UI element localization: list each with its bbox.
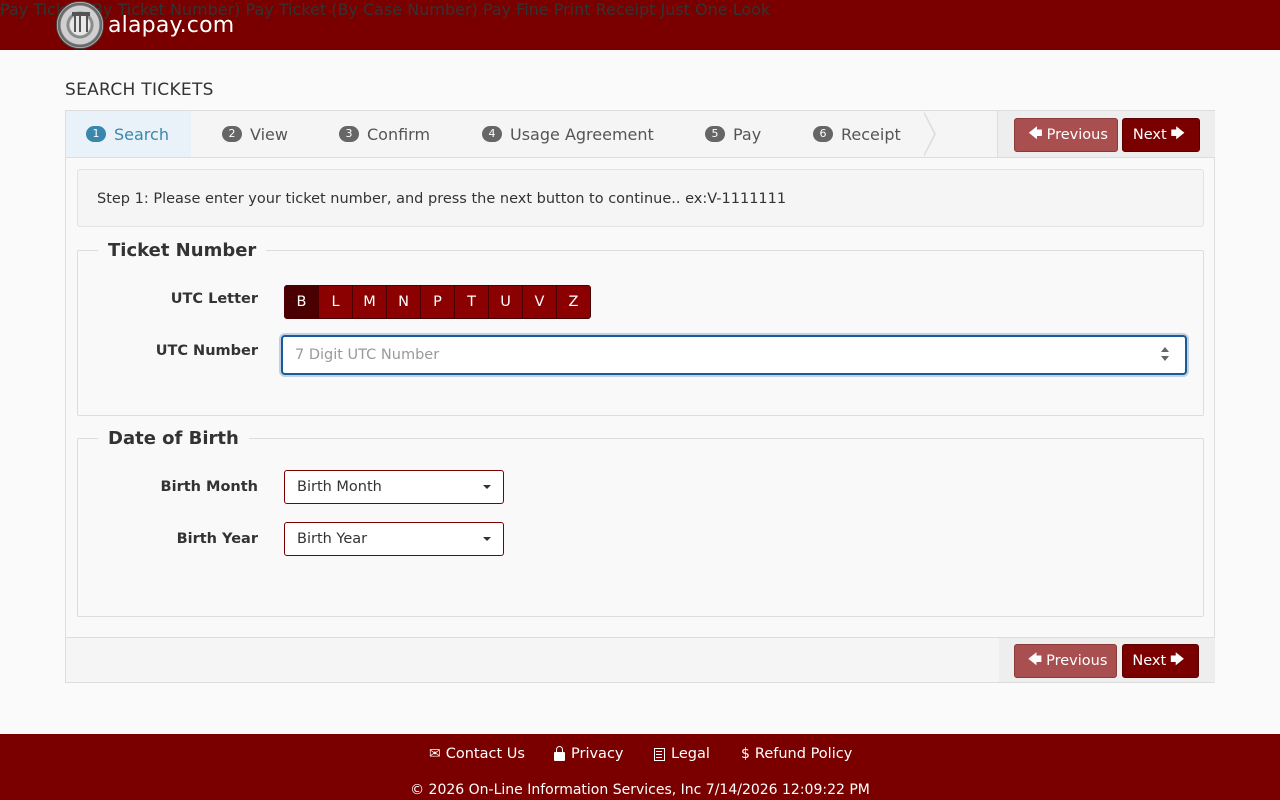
wizard-panel: 1 Search 2 View 3 Confirm 4 Usage Agreem…	[65, 110, 1215, 638]
step-number-badge: 1	[86, 126, 106, 142]
step-label: Pay	[733, 124, 762, 144]
state-seal-logo	[56, 1, 104, 49]
nav-print-receipt[interactable]: Print Receipt	[554, 0, 656, 19]
brand-link[interactable]: alapay.com	[56, 1, 234, 49]
copyright-text: © 2026 On-Line Information Services, Inc…	[410, 782, 870, 798]
step-number-badge: 3	[339, 126, 359, 142]
nav-just-one-look[interactable]: Just One Look	[660, 0, 770, 19]
next-button-top[interactable]: Next 🡆	[1122, 118, 1200, 152]
utc-letter-label: UTC Letter	[170, 291, 258, 307]
step-instructions: Step 1: Please enter your ticket number,…	[77, 169, 1204, 227]
step-usage-agreement[interactable]: 4 Usage Agreement	[482, 111, 654, 157]
utc-letter-b[interactable]: B	[284, 285, 319, 319]
arrow-left-icon: 🡄	[1027, 652, 1043, 668]
dollar-icon: $	[741, 746, 750, 762]
next-label: Next	[1132, 127, 1167, 143]
wizard-steps: 1 Search 2 View 3 Confirm 4 Usage Agreem…	[66, 111, 1215, 158]
footer-legal[interactable]: Legal	[654, 746, 710, 762]
utc-letter-n[interactable]: N	[386, 285, 421, 319]
previous-label: Previous	[1046, 127, 1108, 143]
nav-pay-ticket-by-case-number[interactable]: Pay Ticket (By Case Number)	[246, 0, 478, 19]
wizard-content: Step 1: Please enter your ticket number,…	[66, 158, 1214, 637]
date-of-birth-fieldset: Date of Birth Birth Month Birth Month Bi…	[77, 428, 1204, 617]
utc-letter-m[interactable]: M	[352, 285, 387, 319]
top-navbar: alapay.com Pay Ticket (By Ticket Number)…	[0, 0, 1280, 50]
utc-letter-t[interactable]: T	[454, 285, 489, 319]
footer-links: ✉ Contact Us Privacy Legal $ Refund Poli…	[0, 745, 1280, 766]
utc-letter-p[interactable]: P	[420, 285, 455, 319]
previous-button-top[interactable]: 🡄 Previous	[1014, 118, 1118, 152]
utc-number-label: UTC Number	[155, 343, 258, 359]
previous-button-bottom[interactable]: 🡄 Previous	[1014, 644, 1117, 678]
utc-letter-l[interactable]: L	[318, 285, 353, 319]
lock-icon	[554, 745, 565, 761]
birth-year-select[interactable]: Birth Year	[284, 522, 504, 556]
birth-month-select[interactable]: Birth Month	[284, 470, 504, 504]
step-search[interactable]: 1 Search	[66, 111, 191, 157]
step-view[interactable]: 2 View	[222, 111, 288, 157]
footer-link-label: Refund Policy	[754, 746, 853, 762]
wizard-actions-bottom: 🡄 Previous Next 🡆	[999, 638, 1215, 682]
birth-month-label: Birth Month	[160, 479, 258, 495]
step-label: View	[250, 124, 288, 144]
arrow-left-icon: 🡄	[1028, 126, 1043, 142]
step-confirm[interactable]: 3 Confirm	[339, 111, 430, 157]
utc-letter-u[interactable]: U	[488, 285, 523, 319]
step-number-badge: 4	[482, 126, 502, 142]
arrow-right-icon: 🡆	[1170, 652, 1185, 668]
birth-year-value: Birth Year	[297, 531, 368, 547]
caret-down-icon	[483, 485, 491, 489]
utc-number-input[interactable]	[283, 337, 1143, 373]
footer-link-label: Legal	[671, 746, 710, 762]
wizard-footer-bar: 🡄 Previous Next 🡆	[65, 638, 1215, 683]
utc-number-field[interactable]	[281, 335, 1187, 375]
number-spinner-icon[interactable]	[1161, 347, 1169, 363]
envelope-icon: ✉	[429, 746, 441, 762]
footer-privacy[interactable]: Privacy	[554, 745, 624, 762]
next-label: Next	[1132, 653, 1167, 669]
previous-label: Previous	[1046, 653, 1108, 669]
birth-year-label: Birth Year	[176, 531, 258, 547]
next-button-bottom[interactable]: Next 🡆	[1122, 644, 1199, 678]
ticket-number-legend: Ticket Number	[108, 240, 257, 261]
step-label: Search	[114, 124, 169, 144]
nav-pay-fine[interactable]: Pay Fine	[483, 0, 549, 19]
step-label: Confirm	[367, 124, 431, 144]
arrow-right-icon: 🡆	[1170, 126, 1186, 142]
step-receipt[interactable]: 6 Receipt	[813, 111, 901, 157]
site-footer: ✉ Contact Us Privacy Legal $ Refund Poli…	[0, 734, 1280, 800]
footer-link-label: Privacy	[571, 746, 624, 762]
step-label: Usage Agreement	[510, 124, 654, 144]
footer-contact-us[interactable]: ✉ Contact Us	[429, 746, 525, 762]
step-label: Receipt	[841, 124, 901, 144]
step-number-badge: 2	[222, 126, 242, 142]
step-number-badge: 6	[813, 126, 833, 142]
brand-name: alapay.com	[108, 12, 235, 38]
footer-refund-policy[interactable]: $ Refund Policy	[741, 746, 852, 762]
date-of-birth-legend: Date of Birth	[108, 428, 239, 449]
birth-month-value: Birth Month	[297, 479, 382, 495]
footer-link-label: Contact Us	[445, 746, 525, 762]
steps-arrow-divider-fill	[923, 112, 934, 156]
wizard-actions-top: 🡄 Previous Next 🡆	[997, 111, 1215, 157]
page-title: SEARCH TICKETS	[65, 80, 214, 100]
step-pay[interactable]: 5 Pay	[705, 111, 761, 157]
document-icon	[654, 747, 665, 761]
step-number-badge: 5	[705, 126, 725, 142]
caret-down-icon	[483, 537, 491, 541]
utc-letter-buttons: B L M N P T U V Z	[284, 285, 591, 319]
utc-letter-z[interactable]: Z	[556, 285, 591, 319]
ticket-number-fieldset: Ticket Number UTC Letter B L M N P T U V…	[77, 240, 1204, 416]
utc-letter-v[interactable]: V	[522, 285, 557, 319]
